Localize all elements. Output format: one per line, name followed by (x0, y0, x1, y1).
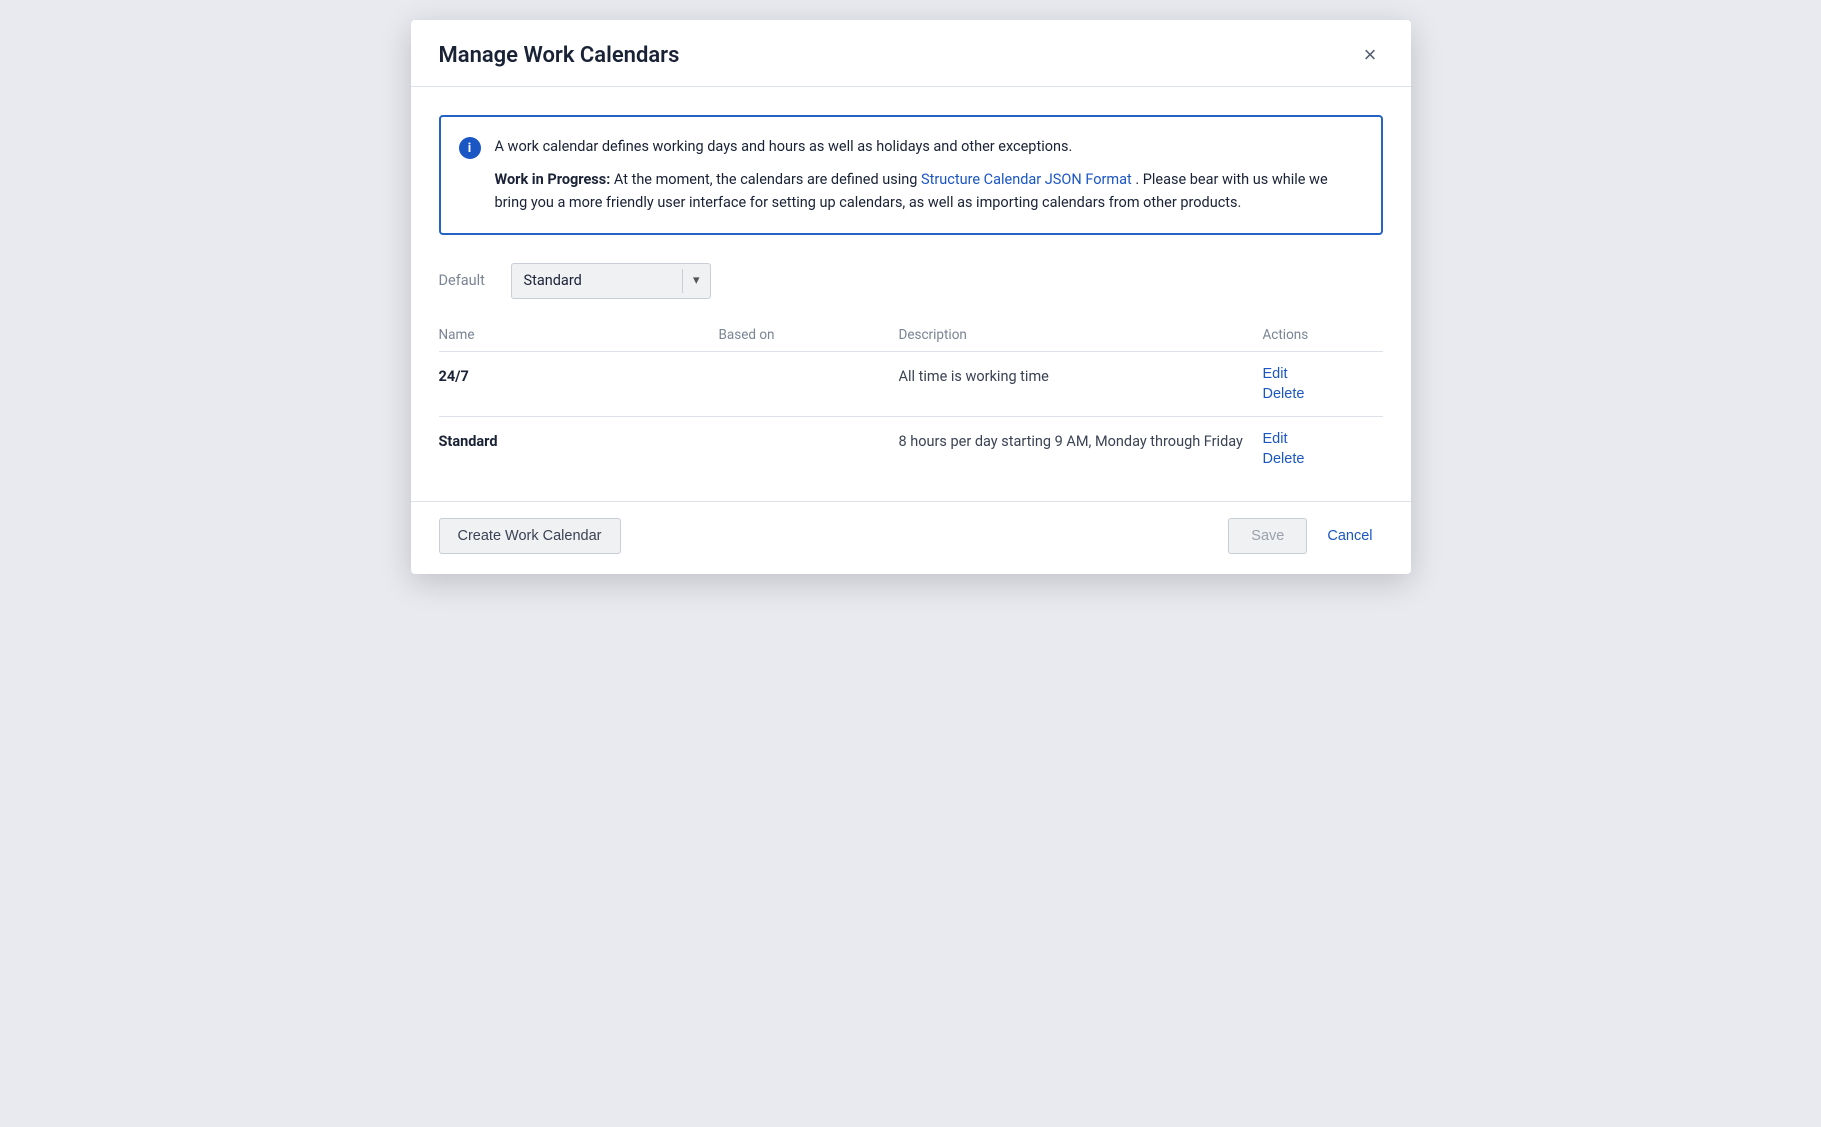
cell-name-247: 24/7 (439, 366, 719, 388)
cell-description-standard: 8 hours per day starting 9 AM, Monday th… (899, 431, 1263, 453)
col-based-on: Based on (719, 327, 899, 343)
cell-actions-standard: Edit Delete (1263, 431, 1383, 467)
info-icon: i (459, 137, 481, 159)
dialog-header: Manage Work Calendars × (411, 20, 1411, 87)
edit-standard-button[interactable]: Edit (1263, 431, 1383, 447)
table-row: Standard 8 hours per day starting 9 AM, … (439, 417, 1383, 481)
info-line1: A work calendar defines working days and… (495, 135, 1359, 158)
delete-standard-button[interactable]: Delete (1263, 451, 1383, 467)
cell-actions-247: Edit Delete (1263, 366, 1383, 402)
dialog-title: Manage Work Calendars (439, 43, 680, 68)
close-button[interactable]: × (1358, 42, 1383, 68)
wip-text: At the moment, the calendars are defined… (614, 171, 921, 188)
dialog-footer: Create Work Calendar Save Cancel (411, 501, 1411, 574)
table-row: 24/7 All time is working time Edit Delet… (439, 352, 1383, 417)
dialog-body: i A work calendar defines working days a… (411, 87, 1411, 501)
chevron-down-icon[interactable]: ▾ (683, 273, 710, 288)
footer-right: Save Cancel (1228, 518, 1382, 554)
manage-work-calendars-dialog: Manage Work Calendars × i A work calenda… (411, 20, 1411, 574)
default-select-value: Standard (512, 272, 682, 289)
calendars-table: Name Based on Description Actions 24/7 A… (439, 321, 1383, 481)
col-name: Name (439, 327, 719, 343)
json-format-link[interactable]: Structure Calendar JSON Format (921, 171, 1132, 188)
default-row: Default Standard ▾ (439, 263, 1383, 299)
info-box: i A work calendar defines working days a… (439, 115, 1383, 235)
info-text: A work calendar defines working days and… (495, 135, 1359, 215)
cell-name-standard: Standard (439, 431, 719, 453)
save-button: Save (1228, 518, 1307, 554)
info-wip: Work in Progress: At the moment, the cal… (495, 168, 1359, 214)
table-header: Name Based on Description Actions (439, 321, 1383, 352)
col-description: Description (899, 327, 1263, 343)
create-work-calendar-button[interactable]: Create Work Calendar (439, 518, 621, 554)
table-rows-wrapper: 24/7 All time is working time Edit Delet… (439, 352, 1383, 481)
default-select[interactable]: Standard ▾ (511, 263, 711, 299)
col-actions: Actions (1263, 327, 1383, 343)
delete-247-button[interactable]: Delete (1263, 386, 1383, 402)
cancel-button[interactable]: Cancel (1317, 519, 1382, 553)
wip-label: Work in Progress: (495, 171, 611, 188)
default-label: Default (439, 272, 497, 289)
edit-247-button[interactable]: Edit (1263, 366, 1383, 382)
cell-description-247: All time is working time (899, 366, 1263, 388)
